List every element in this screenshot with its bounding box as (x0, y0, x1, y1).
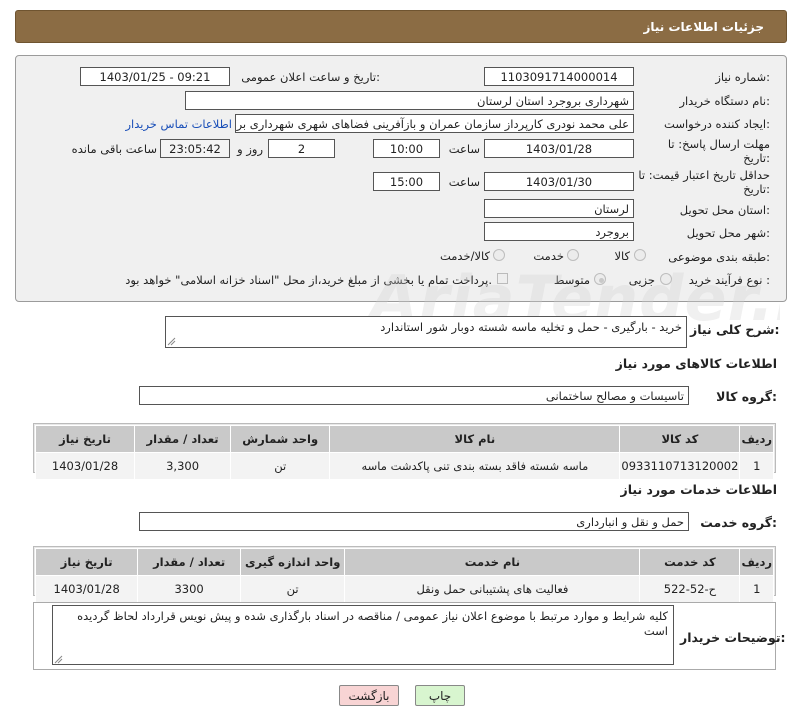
goods-cell-unit: تن (230, 452, 331, 480)
creator-label: ایجاد کننده درخواست: (664, 117, 770, 131)
services-col-qty: تعداد / مقدار (137, 548, 241, 576)
deadline-time-label: ساعت (448, 142, 480, 156)
goods-col-name: نام کالا (329, 425, 621, 453)
buyer-org-field: شهرداری بروجرد استان لرستان (185, 91, 634, 110)
goods-col-code: کد کالا (619, 425, 741, 453)
announce-date-label: تاریخ و ساعت اعلان عمومی: (241, 70, 380, 84)
days-label: روز و (237, 142, 263, 156)
province-field: لرستان (484, 199, 634, 218)
services-group-label: گروه خدمت: (700, 515, 777, 530)
province-label: استان محل تحویل: (679, 203, 770, 217)
need-description-field: خرید - بارگیری - حمل و تخلیه ماسه شسته د… (165, 316, 687, 348)
services-cell-name: فعالیت های پشتیبانی حمل ونقل (344, 575, 641, 603)
services-cell-code: ح-52-522 (639, 575, 741, 603)
goods-group-field: تاسیسات و مصالح ساختمانی (139, 386, 689, 405)
goods-col-row: ردیف (739, 425, 774, 453)
services-col-name: نام خدمت (344, 548, 641, 576)
services-col-code: کد خدمت (639, 548, 741, 576)
process-minor-label: جزیی (628, 273, 655, 287)
services-section-title: اطلاعات خدمات مورد نیاز (620, 482, 778, 497)
services-table: ردیف کد خدمت نام خدمت واحد اندازه گیری ت… (34, 548, 774, 603)
goods-cell-date: 1403/01/28 (34, 452, 136, 480)
category-service-radio[interactable] (567, 249, 579, 261)
services-col-row: ردیف (739, 548, 774, 576)
buyer-notes-field: کلیه شرایط و موارد مرتبط با موضوع اعلان … (52, 605, 674, 665)
creator-field: علی محمد نودری کارپرداز سازمان عمران و ب… (235, 114, 634, 133)
need-description-label: شرح کلی نیاز: (690, 322, 780, 337)
buyer-org-label: نام دستگاه خریدار: (679, 94, 770, 108)
price-validity-time-field: 15:00 (373, 172, 440, 191)
services-col-unit: واحد اندازه گیری (239, 548, 346, 576)
goods-col-unit: واحد شمارش (230, 425, 331, 453)
category-goods-service-radio[interactable] (493, 249, 505, 261)
buyer-notes-label: توضیحات خریدار: (680, 630, 786, 645)
page-title: جزئیات اطلاعات نیاز (643, 19, 764, 34)
back-button[interactable]: بازگشت (339, 685, 399, 706)
city-label: شهر محل تحویل: (686, 226, 770, 240)
announce-date-field: 1403/01/25 - 09:21 (80, 67, 230, 86)
process-minor-radio[interactable] (660, 273, 672, 285)
category-goods-radio[interactable] (634, 249, 646, 261)
remaining-time-field: 23:05:42 (160, 139, 230, 158)
goods-col-qty: تعداد / مقدار (134, 425, 232, 453)
goods-group-label: گروه کالا: (716, 389, 777, 404)
table-row: 1 ح-52-522 فعالیت های پشتیبانی حمل ونقل … (34, 575, 774, 603)
goods-cell-name: ماسه شسته فاقد بسته بندی تنی پاکدشت ماسه (329, 452, 621, 480)
goods-table: ردیف کد کالا نام کالا واحد شمارش تعداد /… (34, 425, 774, 480)
remaining-time-label: ساعت باقی مانده (71, 142, 157, 156)
category-service-label: خدمت (533, 249, 564, 263)
services-group-field: حمل و نقل و انبارداری (139, 512, 689, 531)
process-medium-label: متوسط (553, 273, 590, 287)
need-number-field: 1103091714000014 (484, 67, 634, 86)
services-col-date: تاریخ نیاز (34, 548, 139, 576)
resize-grip-icon[interactable] (54, 655, 63, 664)
category-label: طبقه بندی موضوعی: (668, 250, 770, 264)
goods-section-title: اطلاعات کالاهای مورد نیاز (615, 356, 777, 371)
goods-cell-row: 1 (739, 452, 774, 480)
need-number-label: شماره نیاز: (715, 70, 770, 84)
services-cell-row: 1 (739, 575, 774, 603)
deadline-label: مهلت ارسال پاسخ: تا تاریخ: (667, 137, 770, 165)
print-button[interactable]: چاپ (415, 685, 465, 706)
deadline-date-field: 1403/01/28 (484, 139, 634, 158)
resize-grip-icon[interactable] (167, 337, 176, 346)
price-validity-time-label: ساعت (448, 175, 480, 189)
deadline-time-field: 10:00 (373, 139, 440, 158)
price-validity-date-field: 1403/01/30 (484, 172, 634, 191)
goods-cell-qty: 3,300 (134, 452, 232, 480)
buyer-contact-link[interactable]: اطلاعات تماس خریدار (117, 117, 232, 131)
services-cell-qty: 3300 (137, 575, 241, 603)
goods-col-date: تاریخ نیاز (34, 425, 136, 453)
panel-header: جزئیات اطلاعات نیاز (15, 10, 787, 43)
services-cell-date: 1403/01/28 (34, 575, 139, 603)
city-field: بروجرد (484, 222, 634, 241)
table-row: 1 0933110713120002 ماسه شسته فاقد بسته ب… (34, 452, 774, 480)
price-validity-label: حداقل تاریخ اعتبار قیمت: تا تاریخ: (638, 168, 770, 196)
category-goods-service-label: کالا/خدمت (439, 249, 490, 263)
process-medium-radio[interactable] (594, 273, 606, 285)
treasury-payment-checkbox[interactable] (497, 273, 508, 284)
treasury-payment-note: پرداخت تمام یا بخشی از مبلغ خرید،از محل … (125, 273, 492, 287)
goods-cell-code: 0933110713120002 (619, 452, 741, 480)
days-field: 2 (268, 139, 335, 158)
category-goods-label: کالا (614, 249, 630, 263)
services-cell-unit: تن (239, 575, 346, 603)
